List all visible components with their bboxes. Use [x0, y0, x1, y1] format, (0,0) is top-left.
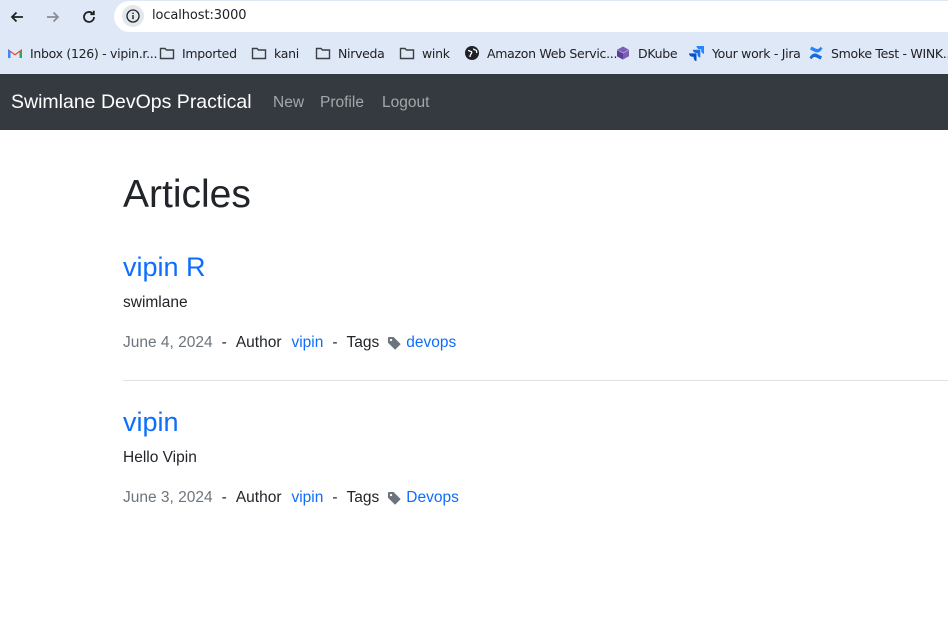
dkube-icon — [615, 45, 631, 61]
site-info-button[interactable] — [122, 5, 144, 27]
confluence-icon — [808, 45, 824, 61]
article-meta: June 4, 2024 - Author vipin - Tags devop… — [123, 334, 456, 352]
bookmark-gmail[interactable]: Inbox (126) - vipin.r... — [7, 40, 157, 66]
tag-icon — [387, 336, 402, 351]
tag-icon — [387, 491, 402, 506]
nav-link-logout[interactable]: Logout — [382, 94, 429, 112]
folder-icon — [251, 45, 267, 61]
browser-toolbar: localhost:3000 — [0, 0, 948, 34]
author-link[interactable]: vipin — [291, 334, 323, 352]
meta-separator: - — [332, 334, 338, 351]
bookmark-label: Amazon Web Servic... — [487, 45, 618, 61]
arrow-right-icon — [47, 11, 60, 23]
article-date: June 4, 2024 — [123, 334, 213, 351]
bookmark-label: Inbox (126) - vipin.r... — [30, 45, 158, 61]
bookmarks-bar: Inbox (126) - vipin.r... Imported kani N… — [0, 40, 948, 66]
reload-icon — [83, 10, 95, 23]
bookmark-aws[interactable]: Amazon Web Servic... — [464, 40, 617, 66]
info-icon — [126, 9, 140, 23]
bookmark-label: Nirveda — [338, 45, 385, 61]
bookmark-wink[interactable]: wink — [399, 40, 450, 66]
bookmark-kani[interactable]: kani — [251, 40, 299, 66]
article-body: swimlane — [123, 294, 188, 311]
jira-icon — [689, 45, 705, 61]
tag-link[interactable]: Devops — [406, 489, 459, 507]
article-title-link[interactable]: vipin — [123, 407, 179, 438]
bookmark-label: wink — [422, 45, 450, 61]
bookmark-imported[interactable]: Imported — [159, 40, 237, 66]
bookmark-dkube[interactable]: DKube — [615, 40, 678, 66]
gmail-icon — [7, 45, 23, 61]
folder-icon — [399, 45, 415, 61]
bookmark-label: Smoke Test - WINK... — [831, 45, 948, 61]
meta-separator: - — [221, 489, 227, 506]
article-meta: June 3, 2024 - Author vipin - Tags Devop… — [123, 489, 459, 507]
address-bar[interactable]: localhost:3000 — [114, 1, 948, 32]
app-navbar: Swimlane DevOps Practical New Profile Lo… — [0, 74, 948, 130]
tag-link[interactable]: devops — [406, 334, 456, 352]
article-body: Hello Vipin — [123, 449, 197, 466]
arrow-left-icon — [10, 11, 23, 23]
author-link[interactable]: vipin — [291, 489, 323, 507]
meta-separator: - — [221, 334, 227, 351]
bookmark-smoke-test[interactable]: Smoke Test - WINK... — [808, 40, 948, 66]
author-label: Author — [235, 489, 282, 506]
bookmark-jira[interactable]: Your work - Jira — [689, 40, 801, 66]
bookmark-label: DKube — [638, 45, 678, 61]
nav-link-new[interactable]: New — [273, 94, 304, 112]
browser-chrome: localhost:3000 Inbox (126) - vipin.r... … — [0, 0, 948, 74]
bookmark-label: Your work - Jira — [712, 45, 801, 61]
bookmark-nirveda[interactable]: Nirveda — [315, 40, 385, 66]
tags-label: Tags — [346, 334, 380, 351]
globe-icon — [464, 45, 480, 61]
author-label: Author — [235, 334, 282, 351]
back-button[interactable] — [4, 4, 30, 30]
article-title-link[interactable]: vipin R — [123, 252, 206, 283]
article-divider — [123, 380, 948, 381]
folder-icon — [315, 45, 331, 61]
page-title: Articles — [123, 173, 251, 216]
navbar-brand[interactable]: Swimlane DevOps Practical — [11, 91, 252, 114]
forward-button[interactable] — [40, 4, 66, 30]
tags-label: Tags — [346, 489, 380, 506]
bookmark-label: Imported — [182, 45, 237, 61]
url-text[interactable]: localhost:3000 — [152, 8, 247, 23]
nav-link-profile[interactable]: Profile — [320, 94, 364, 112]
bookmark-label: kani — [274, 45, 299, 61]
reload-button[interactable] — [76, 4, 102, 30]
folder-icon — [159, 45, 175, 61]
meta-separator: - — [332, 489, 338, 506]
article-date: June 3, 2024 — [123, 489, 213, 506]
